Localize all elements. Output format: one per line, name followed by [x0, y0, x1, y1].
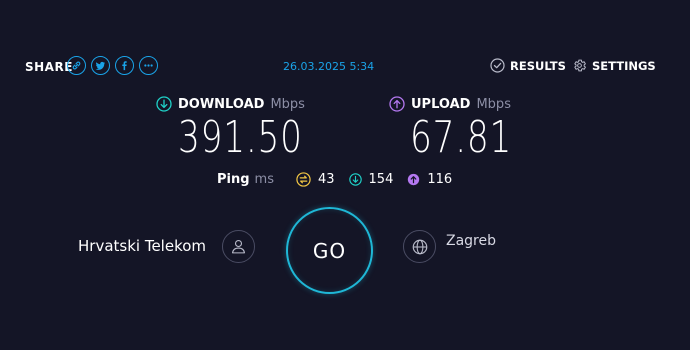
- share-link-button[interactable]: [67, 56, 86, 75]
- upload-label: UPLOAD: [411, 96, 471, 112]
- twitter-icon: [95, 61, 106, 70]
- isp-button[interactable]: [222, 230, 255, 263]
- settings-button[interactable]: SETTINGS: [572, 58, 656, 73]
- share-twitter-button[interactable]: [91, 56, 110, 75]
- go-button[interactable]: GO: [286, 207, 373, 294]
- gear-icon: [574, 59, 586, 72]
- download-speed-value: 391.50: [178, 112, 303, 163]
- upload-speed-value: 67.81: [410, 112, 513, 163]
- share-facebook-button[interactable]: [115, 56, 134, 75]
- link-icon: [72, 61, 81, 70]
- ping-row: Ping ms 43 154 116: [217, 172, 466, 187]
- isp-name: Hrvatski Telekom: [78, 237, 207, 255]
- settings-label: SETTINGS: [592, 58, 656, 73]
- upload-unit: Mbps: [476, 96, 511, 112]
- idle-latency-icon: [296, 172, 311, 187]
- share-label: SHARE: [25, 60, 73, 74]
- results-button[interactable]: RESULTS: [490, 58, 566, 73]
- upload-header: UPLOAD Mbps: [389, 96, 511, 112]
- check-circle-icon: [490, 58, 505, 73]
- user-icon: [231, 239, 246, 254]
- download-header: DOWNLOAD Mbps: [156, 96, 305, 112]
- test-timestamp: 26.03.2025 5:34: [283, 60, 375, 73]
- ping-label: Ping: [217, 172, 250, 187]
- server-location: Zagreb: [446, 233, 497, 249]
- share-more-button[interactable]: [139, 56, 158, 75]
- ping-idle-value: 43: [317, 172, 335, 187]
- results-label: RESULTS: [510, 58, 566, 73]
- upload-arrow-icon: [389, 96, 405, 112]
- more-icon: [144, 64, 153, 67]
- ping-upload-value: 116: [427, 172, 453, 187]
- download-arrow-icon: [156, 96, 172, 112]
- ping-unit: ms: [254, 172, 274, 187]
- download-label: DOWNLOAD: [178, 96, 265, 112]
- globe-icon: [412, 239, 427, 254]
- download-unit: Mbps: [270, 96, 305, 112]
- facebook-icon: [122, 61, 127, 71]
- server-button[interactable]: [403, 230, 436, 263]
- upload-latency-icon: [407, 173, 420, 186]
- download-latency-icon: [348, 173, 362, 186]
- ping-download-value: 154: [368, 172, 394, 187]
